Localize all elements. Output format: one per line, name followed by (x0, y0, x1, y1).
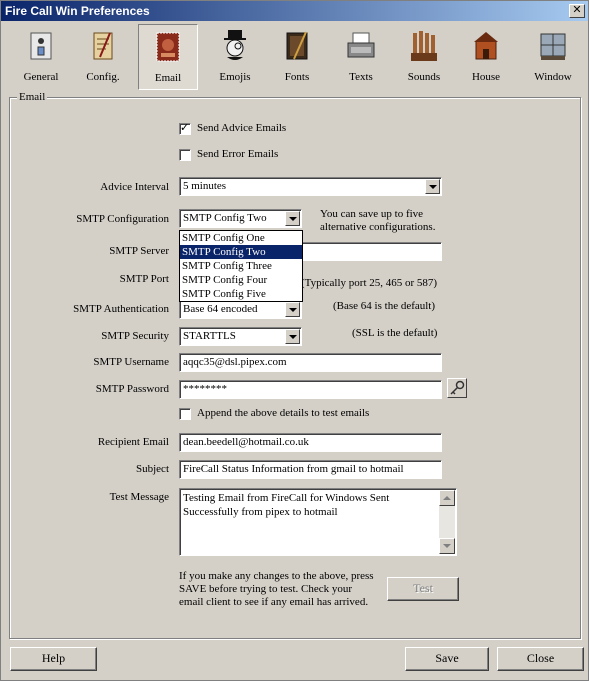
tab-label: Emojis (219, 71, 251, 83)
advice-interval-select[interactable]: 5 minutes (179, 177, 442, 196)
tab-texts[interactable]: Texts (331, 24, 391, 90)
advice-interval-label: Advice Interval (100, 181, 169, 193)
scroll-up-icon[interactable] (439, 490, 455, 506)
smtp-port-label: SMTP Port (119, 273, 169, 285)
test-message-text: Testing Email from FireCall for Windows … (183, 492, 390, 518)
title-bar[interactable]: Fire Call Win Preferences ✕ (1, 1, 588, 21)
stamp-icon (151, 30, 185, 64)
test-message-textarea[interactable]: Testing Email from FireCall for Windows … (179, 488, 457, 556)
smtp-port-note: (Typically port 25, 465 or 587) (301, 277, 438, 289)
dropdown-option[interactable]: SMTP Config Five (180, 287, 302, 301)
tab-label: General (23, 71, 59, 83)
dropdown-option[interactable]: SMTP Config Three (180, 259, 302, 273)
append-details-checkbox[interactable] (179, 408, 191, 420)
smtp-password-input[interactable]: ******** (179, 380, 442, 399)
monocle-man-icon (218, 29, 252, 63)
tab-sounds[interactable]: Sounds (394, 24, 454, 90)
smtp-auth-select[interactable]: Base 64 encoded (179, 300, 302, 319)
help-button[interactable]: Help (10, 647, 97, 671)
close-window-button[interactable]: ✕ (569, 4, 585, 18)
tab-label: Fonts (284, 71, 310, 83)
smtp-config-value: SMTP Config Two (183, 212, 267, 224)
smtp-config-dropdown-list[interactable]: SMTP Config One SMTP Config Two SMTP Con… (179, 230, 303, 302)
chevron-down-icon[interactable] (285, 302, 300, 317)
smtp-auth-note: (Base 64 is the default) (333, 300, 436, 312)
smtp-password-label: SMTP Password (95, 383, 169, 395)
email-group-label: Email (17, 91, 48, 103)
typewriter-icon (344, 29, 378, 63)
switch-icon (24, 29, 58, 63)
tab-label: Texts (349, 71, 373, 83)
smtp-config-select[interactable]: SMTP Config Two (179, 209, 302, 228)
preferences-toolbar: General Config. Email Emojis Fonts Texts… (1, 22, 588, 92)
smtp-username-input[interactable]: aqqc35@dsl.pipex.com (179, 353, 442, 372)
send-error-checkbox[interactable] (179, 149, 191, 161)
smtp-server-label: SMTP Server (109, 245, 169, 257)
chevron-down-icon[interactable] (285, 329, 300, 344)
recipient-input[interactable]: dean.beedell@hotmail.co.uk (179, 433, 442, 452)
smtp-config-label: SMTP Configuration (76, 213, 169, 225)
send-advice-label[interactable]: Send Advice Emails (197, 122, 286, 134)
organ-icon (407, 29, 441, 63)
tab-window[interactable]: Window (523, 24, 583, 90)
dropdown-option[interactable]: SMTP Config One (180, 231, 302, 245)
smtp-auth-value: Base 64 encoded (183, 303, 258, 315)
append-details-label[interactable]: Append the above details to test emails (197, 407, 369, 419)
tab-emojis[interactable]: Emojis (205, 24, 265, 90)
window-title: Fire Call Win Preferences (5, 4, 150, 18)
book-icon (280, 29, 314, 63)
smtp-auth-label: SMTP Authentication (73, 303, 169, 315)
subject-label: Subject (136, 463, 169, 475)
close-button[interactable]: Close (497, 647, 584, 671)
smtp-config-note: You can save up to five alternative conf… (320, 208, 436, 233)
send-error-label[interactable]: Send Error Emails (197, 148, 278, 160)
smtp-security-select[interactable]: STARTTLS (179, 327, 302, 346)
test-message-label: Test Message (109, 491, 169, 503)
dropdown-option-selected[interactable]: SMTP Config Two (180, 245, 302, 259)
tab-label: House (471, 71, 501, 83)
test-note: If you make any changes to the above, pr… (179, 570, 374, 608)
preferences-window: Fire Call Win Preferences ✕ General Conf… (0, 0, 589, 681)
tab-fonts[interactable]: Fonts (267, 24, 327, 90)
smtp-username-label: SMTP Username (93, 356, 169, 368)
tab-label: Email (154, 72, 182, 84)
chevron-down-icon[interactable] (285, 211, 300, 226)
scroll-icon (86, 29, 120, 63)
tab-label: Sounds (407, 71, 441, 83)
key-icon[interactable] (447, 378, 467, 398)
subject-input[interactable]: FireCall Status Information from gmail t… (179, 460, 442, 479)
scrollbar[interactable] (439, 490, 455, 554)
window-icon (536, 29, 570, 63)
scroll-down-icon[interactable] (439, 538, 455, 554)
tab-email[interactable]: Email (138, 24, 198, 90)
tab-label: Window (534, 71, 572, 83)
test-button[interactable]: Test (387, 577, 459, 601)
smtp-security-label: SMTP Security (101, 330, 169, 342)
house-icon (469, 29, 503, 63)
tab-label: Config. (86, 71, 120, 83)
tab-general[interactable]: General (11, 24, 71, 90)
save-button[interactable]: Save (405, 647, 489, 671)
chevron-down-icon[interactable] (425, 179, 440, 194)
tab-house[interactable]: House (456, 24, 516, 90)
recipient-label: Recipient Email (97, 436, 169, 448)
smtp-security-note: (SSL is the default) (352, 327, 438, 339)
tab-config[interactable]: Config. (73, 24, 133, 90)
smtp-security-value: STARTTLS (183, 330, 236, 342)
advice-interval-value: 5 minutes (183, 180, 227, 192)
dropdown-option[interactable]: SMTP Config Four (180, 273, 302, 287)
send-advice-checkbox[interactable] (179, 121, 191, 135)
